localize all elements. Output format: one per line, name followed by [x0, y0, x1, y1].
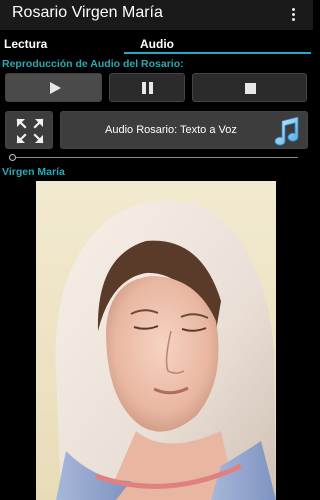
virgin-mary-portrait — [36, 181, 276, 500]
play-icon — [50, 82, 61, 94]
pause-button[interactable] — [109, 73, 185, 102]
app-bar: Rosario Virgen María — [0, 0, 313, 30]
more-vert-icon[interactable] — [283, 4, 303, 24]
audio-rosario-button[interactable]: Audio Rosario: Texto a Voz — [60, 111, 308, 149]
seek-thumb[interactable] — [9, 154, 16, 161]
fullscreen-button[interactable] — [5, 111, 53, 149]
audio-section-label: Reproducción de Audio del Rosario: — [2, 58, 184, 70]
app-title: Rosario Virgen María — [12, 4, 163, 21]
fullscreen-icon — [16, 118, 44, 144]
tab-indicator — [124, 52, 311, 54]
stop-icon — [245, 83, 256, 94]
play-button[interactable] — [5, 73, 102, 102]
tab-lectura[interactable]: Lectura — [4, 37, 47, 59]
stop-button[interactable] — [192, 73, 307, 102]
music-note-icon — [274, 116, 299, 146]
tab-audio[interactable]: Audio — [140, 37, 174, 59]
seek-bar[interactable] — [10, 157, 298, 158]
audio-rosario-label: Audio Rosario: Texto a Voz — [105, 124, 237, 136]
pause-icon — [142, 82, 154, 94]
image-section-label: Virgen María — [2, 166, 65, 178]
